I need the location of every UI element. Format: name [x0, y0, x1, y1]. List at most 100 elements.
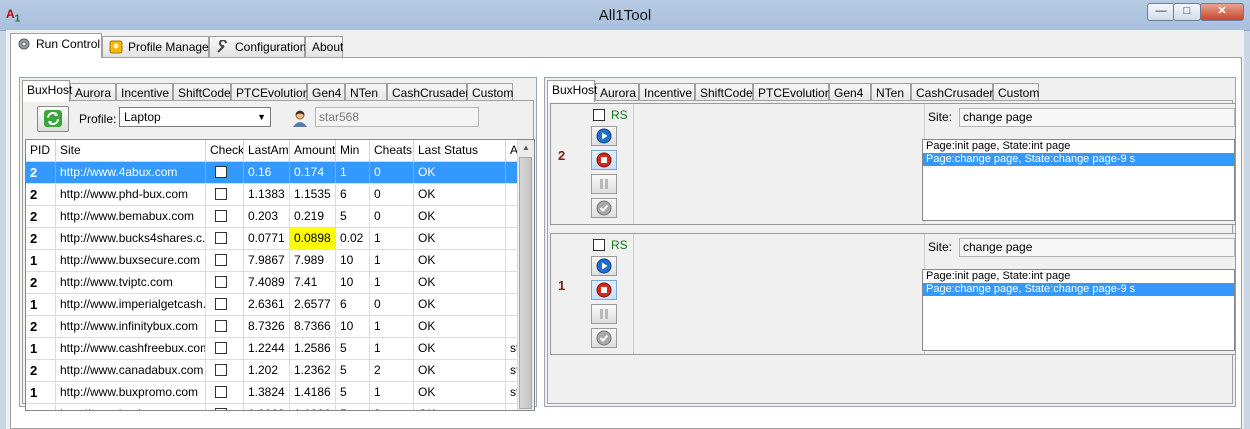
refresh-button[interactable]: [37, 106, 69, 132]
col-last-status[interactable]: Last Status: [414, 140, 506, 161]
col-cheats[interactable]: Cheats: [370, 140, 414, 161]
cell-check[interactable]: [206, 294, 244, 315]
table-row[interactable]: 1 http://www.imperialgetcash... 2.6361 2.65…: [26, 294, 520, 316]
bot-pid: 1: [558, 278, 566, 293]
cell-check[interactable]: [206, 382, 244, 403]
bot-pid: 2: [558, 148, 566, 163]
scrollbar-thumb[interactable]: [519, 157, 532, 409]
left-tab-buxhost[interactable]: BuxHost: [22, 80, 72, 102]
table-row[interactable]: 1 http://www.buxsecure.com 7.9867 7.989 10 1 O…: [26, 250, 520, 272]
tab-configuration[interactable]: Configuration: [209, 36, 306, 57]
cell-lastamt: 0.16: [244, 162, 290, 183]
log-line[interactable]: Page:change page, State:change page-9 s: [923, 283, 1234, 296]
check-box[interactable]: [215, 298, 227, 310]
check-box[interactable]: [215, 276, 227, 288]
play-button[interactable]: [591, 256, 617, 276]
minimize-button[interactable]: —: [1147, 3, 1175, 21]
cell-amount: 0.174: [290, 162, 336, 183]
cell-min: 5: [336, 360, 370, 381]
cell-status: OK: [414, 162, 506, 183]
table-row[interactable]: 2 http://www.4abux.com 0.16 0.174 1 0 OK: [26, 162, 520, 184]
check-box[interactable]: [215, 320, 227, 332]
check-box[interactable]: [215, 342, 227, 354]
app-window: Run Control Profile Manager Configuratio…: [6, 30, 1244, 429]
grid-scrollbar[interactable]: ▲: [517, 140, 534, 410]
cell-check[interactable]: ✔: [206, 404, 244, 410]
check-box[interactable]: [215, 166, 227, 178]
check-box[interactable]: [215, 188, 227, 200]
tab-run-control[interactable]: Run Control: [10, 33, 102, 58]
stop-button[interactable]: [591, 280, 617, 300]
cell-amount: 1.1535: [290, 184, 336, 205]
cell-check[interactable]: [206, 206, 244, 227]
check-box[interactable]: [215, 232, 227, 244]
table-row[interactable]: 2 http://www.bemabux.com 0.203 0.219 5 0 OK: [26, 206, 520, 228]
cell-amount: 1.2362: [290, 360, 336, 381]
bot-log[interactable]: Page:init page, State:int page Page:chang…: [922, 139, 1235, 221]
cell-site: http://www.buxpromo.com: [56, 382, 206, 403]
check-box[interactable]: [215, 254, 227, 266]
cell-site: http://www.canadabux.com: [56, 360, 206, 381]
log-line[interactable]: Page:change page, State:change page-9 s: [923, 153, 1234, 166]
log-line[interactable]: Page:init page, State:int page: [923, 140, 1234, 153]
cell-status: OK: [414, 294, 506, 315]
maximize-button[interactable]: □: [1173, 3, 1201, 21]
table-row[interactable]: 2 http://www.phd-bux.com 1.1383 1.1535 6 0 OK: [26, 184, 520, 206]
col-min[interactable]: Min: [336, 140, 370, 161]
cell-amount: 2.6577: [290, 294, 336, 315]
cell-check[interactable]: [206, 228, 244, 249]
table-row[interactable]: 2 http://www.canadabux.com 1.202 1.2362 5 2 OK…: [26, 360, 520, 382]
right-tab-buxhost[interactable]: BuxHost: [547, 80, 597, 102]
tab-about[interactable]: About: [305, 36, 343, 57]
cell-cheats: 0: [370, 184, 414, 205]
play-button[interactable]: [591, 126, 617, 146]
cell-site: http://www.imperialgetcash...: [56, 294, 206, 315]
table-row[interactable]: 2 http://www.infinitybux.com 8.7326 8.7366 1…: [26, 316, 520, 338]
table-row[interactable]: 2 http://www.bucks4shares.c... 0.0771 0.089…: [26, 228, 520, 250]
table-row[interactable]: 1 http://www.cashfreebux.com 1.2244 1.2586 5…: [26, 338, 520, 360]
cell-check[interactable]: [206, 162, 244, 183]
cell-check[interactable]: [206, 360, 244, 381]
col-lastamt[interactable]: LastAmt: [244, 140, 290, 161]
col-check[interactable]: Check: [206, 140, 244, 161]
bot-monitor-group: BuxHost Aurora Incentive ShiftCode PTCEv…: [544, 77, 1236, 407]
cell-check[interactable]: [206, 250, 244, 271]
check-box[interactable]: [215, 386, 227, 398]
bot-controls: RS: [587, 104, 631, 224]
check-box[interactable]: ✔: [215, 408, 227, 410]
table-row[interactable]: 2 http://www.tviptc.com 7.4089 7.41 10 1 OK: [26, 272, 520, 294]
window-title: All1Tool: [598, 7, 652, 24]
rs-checkbox[interactable]: [593, 109, 605, 121]
table-row[interactable]: http://www.buxboss.com✔1.06681.102653OKs…: [26, 404, 520, 410]
rs-checkbox[interactable]: [593, 239, 605, 251]
confirm-button[interactable]: [591, 198, 617, 218]
col-pid[interactable]: PID: [26, 140, 56, 161]
cell-check[interactable]: [206, 338, 244, 359]
log-line[interactable]: Page:init page, State:int page: [923, 270, 1234, 283]
pause-button[interactable]: [591, 304, 617, 324]
user-icon: [291, 109, 309, 127]
confirm-button[interactable]: [591, 328, 617, 348]
cell-site: http://www.cashfreebux.com: [56, 338, 206, 359]
table-row[interactable]: 1 http://www.buxpromo.com 1.3824 1.4186 5 1 OK…: [26, 382, 520, 404]
tab-profile-manager[interactable]: Profile Manager: [102, 36, 213, 57]
username-field[interactable]: star568: [315, 107, 479, 127]
stop-button[interactable]: [591, 150, 617, 170]
site-field[interactable]: change page: [959, 238, 1235, 257]
scroll-up-icon[interactable]: ▲: [518, 140, 534, 156]
site-field[interactable]: change page: [959, 108, 1235, 127]
bot-log[interactable]: Page:init page, State:int page Page:chang…: [922, 269, 1235, 351]
profile-select[interactable]: Laptop ▼: [119, 107, 271, 127]
check-box[interactable]: [215, 364, 227, 376]
cell-cheats: 1: [370, 338, 414, 359]
bot-panel: 2 RS Site: change page Page:init page, State…: [550, 103, 1236, 225]
cell-check[interactable]: [206, 184, 244, 205]
col-site[interactable]: Site: [56, 140, 206, 161]
cell-amount: 0.219: [290, 206, 336, 227]
close-button[interactable]: ✕: [1200, 3, 1244, 21]
col-amount[interactable]: Amount: [290, 140, 336, 161]
cell-check[interactable]: [206, 272, 244, 293]
check-box[interactable]: [215, 210, 227, 222]
cell-check[interactable]: [206, 316, 244, 337]
pause-button[interactable]: [591, 174, 617, 194]
